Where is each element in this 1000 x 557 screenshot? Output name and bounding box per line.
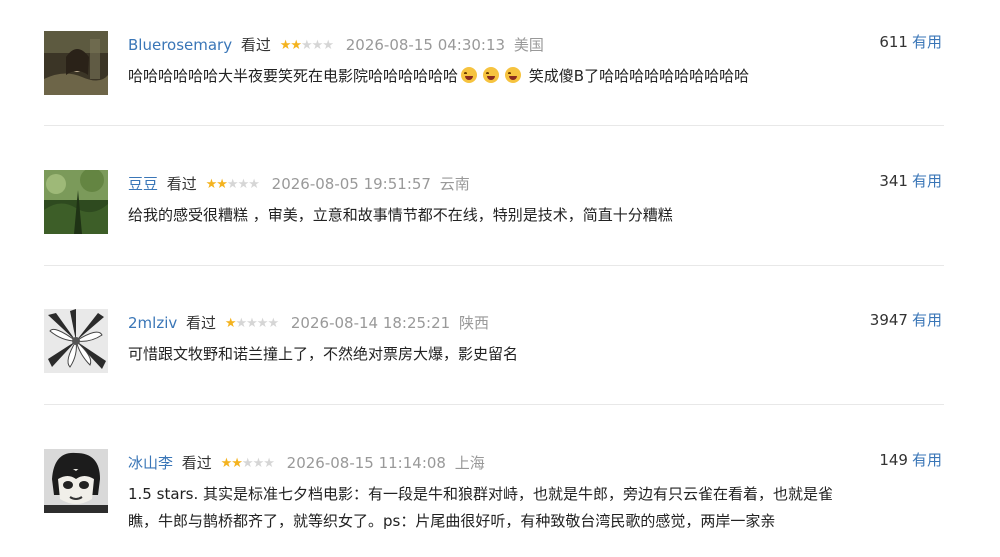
comment-item: 2mlziv 看过 ★★★★★ 2026-08-14 18:25:21 陕西 3… (44, 309, 944, 389)
divider (44, 265, 944, 266)
watch-status: 看过 (240, 36, 271, 54)
rating-stars: ★★★★★ (220, 450, 275, 478)
avatar-image (44, 170, 108, 234)
useful-button[interactable]: 有用 (912, 172, 942, 190)
vote-count: 611 (879, 33, 908, 51)
divider (44, 125, 944, 126)
comment-meta: 豆豆 看过 ★★★★★ 2026-08-05 19:51:57 云南 (128, 170, 944, 198)
star-empty-icon: ★ (248, 177, 260, 192)
watch-status: 看过 (181, 454, 212, 472)
star-empty-icon: ★ (267, 316, 279, 331)
rating-stars: ★★★★★ (224, 310, 279, 338)
comment-location: 云南 (439, 175, 470, 193)
star-filled-icon: ★ (279, 38, 292, 53)
comment-location: 上海 (454, 454, 485, 472)
vote-area: 341 有用 (879, 170, 942, 191)
star-empty-icon: ★ (311, 38, 324, 53)
star-empty-icon: ★ (246, 316, 258, 331)
star-empty-icon: ★ (235, 316, 247, 331)
vote-area: 611 有用 (879, 31, 942, 52)
comment-location: 美国 (513, 36, 544, 54)
useful-button[interactable]: 有用 (912, 451, 942, 469)
avatar[interactable] (44, 449, 108, 513)
comment-text-line: 1.5 stars. 其实是标准七夕档电影：有一段是牛和狼群对峙，也就是牛郎，旁… (128, 485, 834, 503)
comment-text: 给我的感受很糟糕 ，审美，立意和故事情节都不在线，特别是技术，简直十分糟糕 (128, 206, 673, 224)
star-empty-icon: ★ (237, 177, 250, 192)
star-filled-icon: ★ (231, 456, 243, 471)
star-empty-icon: ★ (226, 177, 239, 192)
rating-stars: ★★★★★ (205, 171, 260, 199)
comment-meta: 冰山李 看过 ★★★★★ 2026-08-15 11:14:08 上海 (128, 449, 944, 477)
useful-button[interactable]: 有用 (912, 33, 942, 51)
comment-time[interactable]: 2026-08-15 11:14:08 (287, 454, 446, 472)
comment-item: 豆豆 看过 ★★★★★ 2026-08-05 19:51:57 云南 341 有用… (44, 170, 944, 250)
useful-button[interactable]: 有用 (912, 311, 942, 329)
vote-count: 149 (879, 451, 908, 469)
comment-time[interactable]: 2026-08-05 19:51:57 (272, 175, 431, 193)
comment-text-part: 笑成傻B了哈哈哈哈哈哈哈哈哈哈 (528, 67, 750, 85)
rolling-on-floor-laughing-icon (505, 67, 522, 83)
comment-text-line: 瞧，牛郎与鹊桥都齐了，就等织女了。ps：片尾曲很好听，有种致敬台湾民歌的感觉，两… (128, 512, 776, 530)
avatar[interactable] (44, 309, 108, 373)
username-link[interactable]: 冰山李 (128, 454, 173, 472)
divider (44, 404, 944, 405)
username-link[interactable]: 2mlziv (128, 314, 177, 332)
watch-status: 看过 (166, 175, 197, 193)
rolling-on-floor-laughing-icon (483, 67, 500, 83)
rolling-on-floor-laughing-icon (461, 67, 478, 83)
avatar-image (44, 309, 108, 373)
avatar-image (44, 449, 108, 513)
vote-area: 149 有用 (879, 449, 942, 470)
star-empty-icon: ★ (263, 456, 275, 471)
avatar[interactable] (44, 31, 108, 95)
star-filled-icon: ★ (290, 38, 302, 53)
star-filled-icon: ★ (205, 177, 218, 192)
comment-text: 可惜跟文牧野和诺兰撞上了，不然绝对票房大爆，影史留名 (128, 345, 519, 363)
comment-list: Bluerosemary 看过 ★★★★★ 2026-08-15 04:30:1… (0, 0, 1000, 557)
star-empty-icon: ★ (256, 316, 269, 331)
star-filled-icon: ★ (220, 456, 233, 471)
comment-text: 1.5 stars. 其实是标准七夕档电影：有一段是牛和狼群对峙，也就是牛郎，旁… (128, 481, 944, 535)
vote-count: 341 (879, 172, 908, 190)
comment-item: 冰山李 看过 ★★★★★ 2026-08-15 11:14:08 上海 149 有… (44, 449, 944, 549)
username-link[interactable]: Bluerosemary (128, 36, 232, 54)
comment-time[interactable]: 2026-08-14 18:25:21 (291, 314, 450, 332)
comment-item: Bluerosemary 看过 ★★★★★ 2026-08-15 04:30:1… (44, 31, 944, 111)
username-link[interactable]: 豆豆 (128, 175, 158, 193)
watch-status: 看过 (186, 314, 217, 332)
star-empty-icon: ★ (241, 456, 254, 471)
vote-count: 3947 (869, 311, 908, 329)
comment-meta: 2mlziv 看过 ★★★★★ 2026-08-14 18:25:21 陕西 (128, 309, 944, 337)
star-empty-icon: ★ (301, 38, 313, 53)
star-empty-icon: ★ (322, 38, 334, 53)
avatar-image (44, 31, 108, 95)
comment-location: 陕西 (458, 314, 489, 332)
rating-stars: ★★★★★ (279, 32, 334, 60)
star-empty-icon: ★ (252, 456, 265, 471)
avatar[interactable] (44, 170, 108, 234)
comment-text-part: 哈哈哈哈哈哈大半夜要笑死在电影院哈哈哈哈哈哈 (128, 67, 459, 85)
comment-time[interactable]: 2026-08-15 04:30:13 (346, 36, 505, 54)
star-filled-icon: ★ (216, 177, 228, 192)
star-filled-icon: ★ (224, 316, 237, 331)
comment-meta: Bluerosemary 看过 ★★★★★ 2026-08-15 04:30:1… (128, 31, 944, 59)
comment-text: 哈哈哈哈哈哈大半夜要笑死在电影院哈哈哈哈哈哈 笑成傻B了哈哈哈哈哈哈哈哈哈哈 (128, 63, 944, 90)
vote-area: 3947 有用 (870, 309, 942, 330)
